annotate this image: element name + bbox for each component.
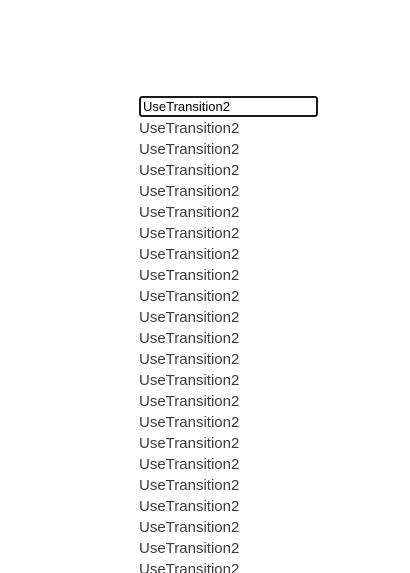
list-item: UseTransition2	[139, 141, 240, 158]
list-item: UseTransition2	[139, 267, 240, 284]
list-item: UseTransition2	[139, 330, 240, 347]
list-item: UseTransition2	[139, 309, 240, 326]
list-item: UseTransition2	[139, 456, 240, 473]
list-item: UseTransition2	[139, 498, 240, 515]
list-item: UseTransition2	[139, 477, 240, 494]
list-item: UseTransition2	[139, 204, 240, 221]
list-item: UseTransition2	[139, 162, 240, 179]
list-item: UseTransition2	[139, 435, 240, 452]
list-item: UseTransition2	[139, 288, 240, 305]
list-item: UseTransition2	[139, 414, 240, 431]
app-root: UseTransition2 UseTransition2 UseTransitio…	[0, 0, 410, 573]
item-list: UseTransition2 UseTransition2 UseTransitio…	[139, 118, 239, 573]
search-input[interactable]	[139, 96, 318, 117]
list-item: UseTransition2	[139, 393, 240, 410]
list-item: UseTransition2	[139, 540, 240, 557]
list-item: UseTransition2	[139, 246, 240, 263]
list-item: UseTransition2	[139, 225, 240, 242]
list-item: UseTransition2	[139, 351, 240, 368]
list-item: UseTransition2	[139, 561, 240, 573]
list-item: UseTransition2	[139, 120, 240, 137]
list-item: UseTransition2	[139, 519, 240, 536]
list-item: UseTransition2	[139, 183, 240, 200]
list-item: UseTransition2	[139, 372, 240, 389]
